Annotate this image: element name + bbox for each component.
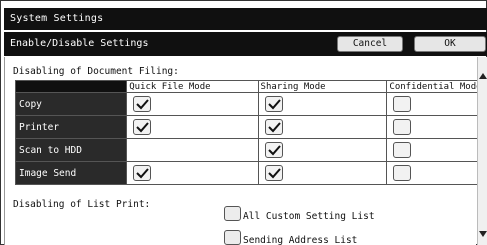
cell-quick-file: [126, 161, 259, 185]
doc-filing-label: Disabling of Document Filing:: [13, 66, 179, 77]
column-header-quick-file: Quick File Mode: [126, 80, 259, 93]
cell-confidential: [386, 92, 487, 116]
column-header-sharing: Sharing Mode: [257, 80, 388, 93]
checkbox-quick-file[interactable]: [133, 119, 152, 135]
ok-button[interactable]: OK: [414, 36, 486, 52]
cell-sharing: [257, 92, 388, 116]
checkbox-quick-file[interactable]: [133, 165, 152, 181]
cell-sharing: [257, 138, 388, 162]
cell-quick-file: [126, 92, 259, 116]
row-label: Image Send: [14, 161, 128, 185]
checkmark-icon: [267, 122, 281, 133]
checkmark-icon: [267, 145, 281, 156]
cell-sharing: [257, 115, 388, 139]
row-label: Printer: [14, 115, 128, 139]
checkbox-quick-file[interactable]: [133, 96, 152, 112]
checkmark-icon: [267, 168, 281, 179]
cancel-button[interactable]: Cancel: [337, 36, 403, 52]
option-all-custom-setting-list[interactable]: All Custom Setting List: [224, 205, 375, 222]
cell-quick-file: [126, 115, 259, 139]
table-row: Scan to HDD: [14, 138, 487, 162]
list-print-label: Disabling of List Print:: [13, 199, 151, 210]
doc-filing-table: Quick File Mode Sharing Mode Confidentia…: [14, 80, 487, 185]
cell-sharing: [257, 161, 388, 185]
checkbox-confidential[interactable]: [393, 142, 412, 158]
row-label: Scan to HDD: [14, 138, 128, 162]
scrollbar[interactable]: [477, 57, 487, 245]
table-row: Copy: [14, 92, 487, 116]
table-row: Printer: [14, 115, 487, 139]
row-label: Copy: [14, 92, 128, 116]
cell-quick-file: [126, 138, 259, 162]
cell-confidential: [386, 115, 487, 139]
checkmark-icon: [267, 99, 281, 110]
option-label: Sending Address List: [243, 234, 358, 245]
checkmark-icon: [136, 122, 150, 133]
table-row: Image Send: [14, 161, 487, 185]
arrow-down-icon[interactable]: [478, 229, 487, 239]
checkbox[interactable]: [224, 205, 241, 221]
header-blank-cell: [14, 80, 128, 93]
window-title: System Settings: [4, 8, 487, 30]
checkbox-sharing[interactable]: [264, 142, 283, 158]
checkbox-confidential[interactable]: [393, 119, 412, 135]
checkbox-confidential[interactable]: [393, 165, 412, 181]
checkmark-icon: [136, 99, 150, 110]
column-header-confidential: Confidential Mode: [386, 80, 487, 93]
option-sending-address-list[interactable]: Sending Address List: [224, 229, 357, 245]
checkbox[interactable]: [224, 229, 241, 245]
cell-confidential: [386, 138, 487, 162]
checkbox-sharing[interactable]: [264, 165, 283, 181]
option-label: All Custom Setting List: [243, 210, 375, 222]
checkbox-confidential[interactable]: [393, 96, 412, 112]
checkbox-sharing[interactable]: [264, 119, 283, 135]
checkbox-sharing[interactable]: [264, 96, 283, 112]
checkmark-icon: [136, 168, 150, 179]
table-header-row: Quick File Mode Sharing Mode Confidentia…: [14, 80, 487, 93]
cell-confidential: [386, 161, 487, 185]
arrow-up-icon[interactable]: [478, 71, 487, 81]
